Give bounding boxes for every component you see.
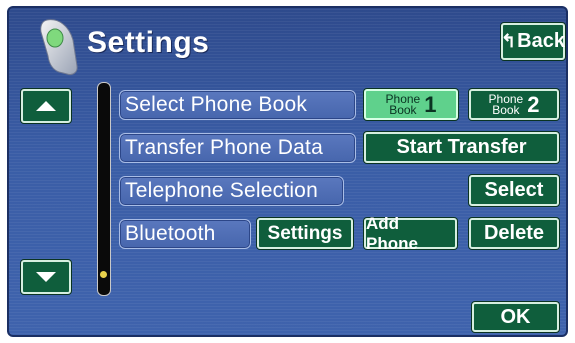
row-bluetooth: Bluetooth bbox=[119, 219, 251, 249]
scrollbar-thumb[interactable] bbox=[100, 271, 107, 278]
phone-book-2-number: 2 bbox=[527, 91, 540, 117]
up-arrow-icon bbox=[36, 101, 56, 111]
phone-book-1-button[interactable]: Phone Book 1 bbox=[364, 89, 458, 120]
scroll-down-button[interactable] bbox=[21, 260, 71, 294]
phone-book-2-caption: Phone Book bbox=[488, 91, 524, 117]
phone-book-1-number: 1 bbox=[424, 91, 437, 117]
scrollbar-track[interactable] bbox=[97, 82, 111, 296]
row-select-phone-book: Select Phone Book bbox=[119, 90, 356, 120]
back-button-label: Back bbox=[517, 30, 565, 52]
phone-icon bbox=[40, 19, 78, 75]
back-button[interactable]: ↰ Back bbox=[501, 23, 565, 60]
bluetooth-settings-button[interactable]: Settings bbox=[257, 218, 353, 249]
page-title: Settings bbox=[87, 26, 210, 59]
back-arrow-icon: ↰ bbox=[501, 31, 517, 51]
phone-book-1-caption: Phone Book bbox=[385, 91, 421, 117]
scroll-up-button[interactable] bbox=[21, 89, 71, 123]
start-transfer-button[interactable]: Start Transfer bbox=[364, 132, 559, 163]
row-telephone-selection: Telephone Selection bbox=[119, 176, 344, 206]
down-arrow-icon bbox=[36, 272, 56, 282]
delete-button[interactable]: Delete bbox=[469, 218, 559, 249]
settings-screen: Settings ↰ Back Select Phone Book Phone B… bbox=[7, 6, 568, 337]
ok-button[interactable]: OK bbox=[472, 302, 559, 332]
add-phone-button[interactable]: Add Phone bbox=[364, 214, 457, 253]
row-transfer-phone-data: Transfer Phone Data bbox=[119, 133, 356, 163]
select-button[interactable]: Select bbox=[469, 175, 559, 206]
phone-book-2-button[interactable]: Phone Book 2 bbox=[469, 89, 559, 120]
